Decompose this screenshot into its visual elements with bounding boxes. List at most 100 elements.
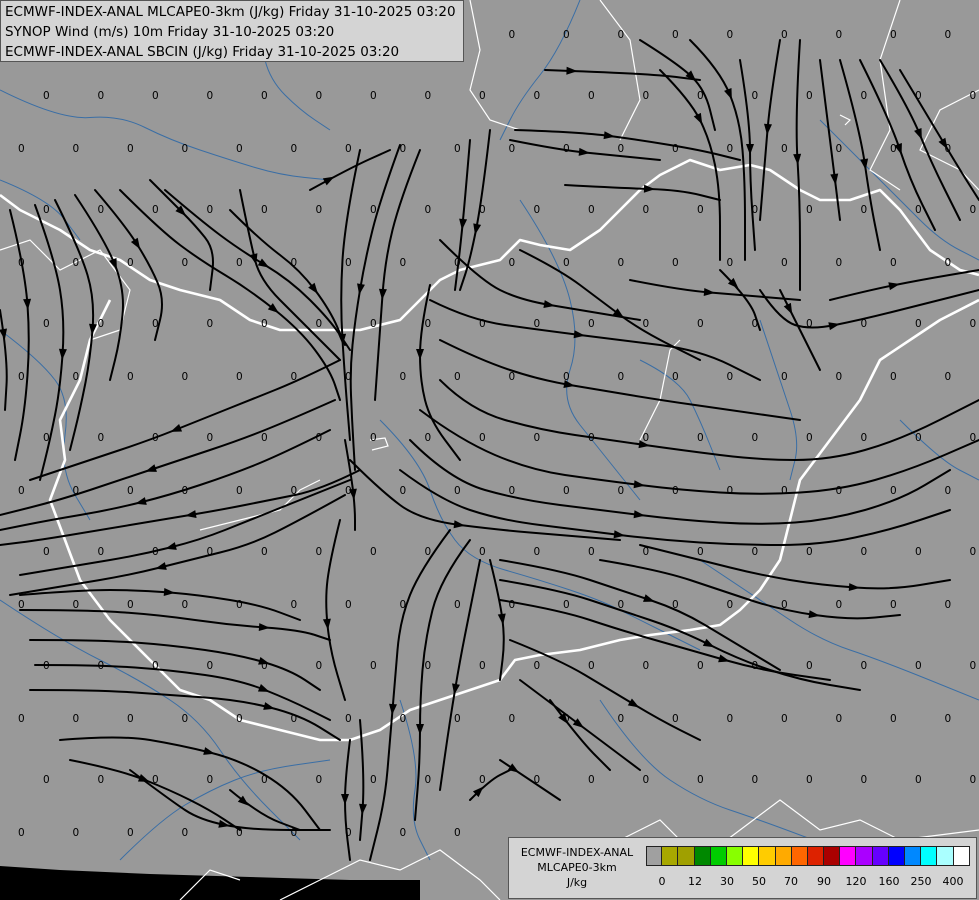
legend-tick-label: 50: [752, 875, 766, 888]
cin-value-label: 0: [915, 90, 922, 102]
cin-value-label: 0: [727, 143, 734, 155]
legend-swatch: [759, 846, 776, 866]
cin-value-label: 0: [127, 143, 134, 155]
cin-value-label: 0: [291, 257, 298, 269]
cin-value-label: 0: [563, 257, 570, 269]
cin-value-label: 0: [970, 546, 977, 558]
cin-value-label: 0: [98, 318, 105, 330]
cin-value-label: 0: [425, 318, 432, 330]
cin-value-label: 0: [588, 318, 595, 330]
cin-value-label: 0: [618, 143, 625, 155]
cin-value-label: 0: [207, 318, 214, 330]
cin-value-label: 0: [127, 257, 134, 269]
cin-value-label: 0: [207, 432, 214, 444]
cin-value-label: 0: [207, 774, 214, 786]
cin-value-label: 0: [73, 371, 80, 383]
cin-value-label: 0: [98, 90, 105, 102]
cin-value-label: 0: [236, 485, 243, 497]
cin-value-label: 0: [509, 143, 516, 155]
cin-value-label: 0: [697, 660, 704, 672]
cin-value-label: 0: [370, 204, 377, 216]
cin-value-label: 0: [291, 827, 298, 839]
cin-value-label: 0: [643, 774, 650, 786]
cin-value-label: 0: [182, 485, 189, 497]
cin-value-label: 0: [236, 713, 243, 725]
cin-value-label: 0: [727, 485, 734, 497]
cin-value-label: 0: [152, 546, 159, 558]
cin-value-label: 0: [915, 204, 922, 216]
cin-value-label: 0: [370, 90, 377, 102]
cin-value-label: 0: [781, 599, 788, 611]
cin-value-label: 0: [345, 599, 352, 611]
cin-value-label: 0: [127, 713, 134, 725]
cin-value-label: 0: [261, 318, 268, 330]
cin-value-label: 0: [588, 432, 595, 444]
legend-swatch: [840, 846, 857, 866]
cin-value-label: 0: [806, 774, 813, 786]
cin-value-label: 0: [479, 546, 486, 558]
cin-value-label: 0: [43, 318, 50, 330]
cin-value-label: 0: [945, 485, 952, 497]
cin-value-label: 0: [127, 599, 134, 611]
cin-value-label: 0: [425, 90, 432, 102]
cin-value-label: 0: [291, 371, 298, 383]
cin-value-label: 0: [672, 371, 679, 383]
cin-value-label: 0: [752, 432, 759, 444]
color-legend: ECMWF-INDEX-ANAL MLCAPE0-3km J/kg 0 12 30 5…: [508, 837, 977, 899]
cin-value-label: 0: [479, 90, 486, 102]
cin-value-label: 0: [425, 774, 432, 786]
cin-value-label: 0: [915, 546, 922, 558]
cin-value-label: 0: [182, 371, 189, 383]
cin-value-label: 0: [890, 257, 897, 269]
cin-value-label: 0: [945, 29, 952, 41]
cin-value-label: 0: [454, 485, 461, 497]
cin-value-label: 0: [563, 485, 570, 497]
legend-swatch: [710, 846, 727, 866]
cin-value-label: 0: [781, 29, 788, 41]
cin-value-label: 0: [182, 143, 189, 155]
cin-value-label: 0: [261, 660, 268, 672]
cin-value-label: 0: [73, 257, 80, 269]
cin-value-label: 0: [291, 713, 298, 725]
cin-value-label: 0: [182, 599, 189, 611]
legend-swatch: [824, 846, 841, 866]
cin-value-label: 0: [261, 546, 268, 558]
cin-value-label: 0: [672, 29, 679, 41]
cin-value-label: 0: [618, 713, 625, 725]
legend-tick-label: 30: [720, 875, 734, 888]
legend-swatch: [872, 846, 889, 866]
cin-value-label: 0: [618, 485, 625, 497]
cin-value-label: 0: [316, 318, 323, 330]
cin-value-label: 0: [618, 371, 625, 383]
legend-swatch: [888, 846, 905, 866]
cin-value-label: 0: [588, 774, 595, 786]
legend-swatch: [905, 846, 922, 866]
cin-value-label: 0: [697, 90, 704, 102]
cin-value-label: 0: [534, 204, 541, 216]
cin-value-label: 0: [945, 371, 952, 383]
legend-swatch: [694, 846, 711, 866]
cin-value-label: 0: [806, 432, 813, 444]
cin-value-label: 0: [98, 660, 105, 672]
title-line-cin: ECMWF-INDEX-ANAL SBCIN (J/kg) Friday 31-…: [5, 44, 400, 60]
cin-value-label: 0: [345, 143, 352, 155]
cin-value-label: 0: [945, 257, 952, 269]
cin-value-label: 0: [752, 774, 759, 786]
cin-value-label: 0: [915, 774, 922, 786]
cin-value-label: 0: [970, 432, 977, 444]
cin-value-label: 0: [861, 546, 868, 558]
cin-value-label: 0: [752, 90, 759, 102]
cin-value-label: 0: [727, 29, 734, 41]
cin-value-label: 0: [781, 143, 788, 155]
cin-value-label: 0: [618, 257, 625, 269]
cin-value-label: 0: [643, 660, 650, 672]
cin-value-label: 0: [588, 546, 595, 558]
cin-value-label: 0: [73, 143, 80, 155]
weather-map[interactable]: 0 0 0 0 0 0 0 0 0 0 0 0 0 0 0 0 0 0 0 0 0 0 0 0 0 0 0 0 0 0 0 0 0 0 0 0 0 0 0 0…: [0, 0, 979, 900]
cin-value-label: 0: [152, 432, 159, 444]
cin-value-label: 0: [182, 713, 189, 725]
cin-value-label: 0: [316, 546, 323, 558]
cin-value-label: 0: [345, 827, 352, 839]
legend-tick-label: 90: [817, 875, 831, 888]
cin-value-label: 0: [806, 204, 813, 216]
